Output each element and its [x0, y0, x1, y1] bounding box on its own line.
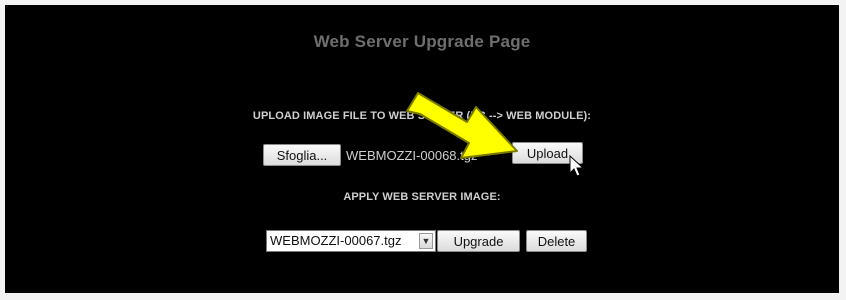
delete-button[interactable]: Delete	[526, 230, 587, 252]
browse-button[interactable]: Sfoglia...	[263, 144, 341, 166]
cursor-shape	[569, 155, 585, 177]
upgrade-button[interactable]: Upgrade	[437, 230, 520, 252]
upgrade-panel: Web Server Upgrade Page UPLOAD IMAGE FIL…	[5, 5, 839, 293]
page-title: Web Server Upgrade Page	[313, 32, 531, 51]
server-image-select[interactable]: WEBMOZZI-00067.tgz ▼	[266, 230, 436, 252]
apply-section-label: APPLY WEB SERVER IMAGE:	[343, 191, 501, 203]
chevron-down-icon[interactable]: ▼	[419, 233, 433, 249]
arrow-shape	[406, 92, 518, 159]
arrow-icon	[406, 92, 518, 159]
mouse-cursor-icon	[569, 155, 585, 177]
server-image-select-value: WEBMOZZI-00067.tgz	[270, 233, 402, 248]
